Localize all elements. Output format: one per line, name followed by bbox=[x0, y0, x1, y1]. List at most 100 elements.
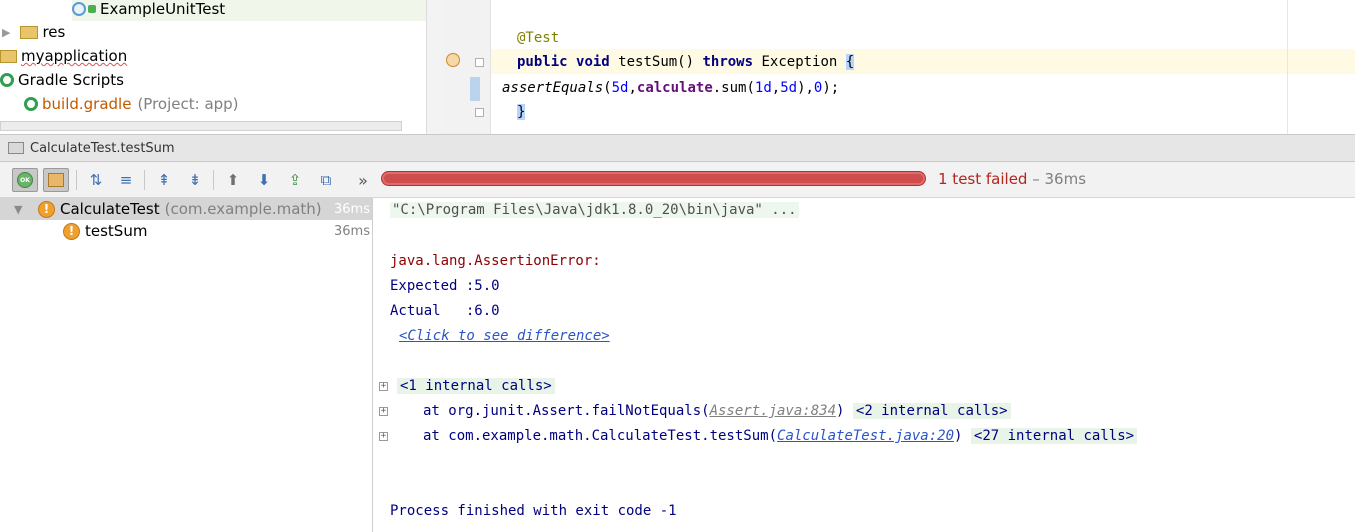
annotation-token: @Test bbox=[517, 30, 560, 46]
previous-failed-button[interactable]: ⬆ bbox=[220, 168, 246, 192]
project-tree-pane: ExampleUnitTest ▶ res myapplication Grad… bbox=[0, 0, 426, 134]
history-icon: ⧉ bbox=[320, 171, 332, 189]
expand-icon[interactable]: + bbox=[379, 432, 388, 441]
console-actual-line: Actual :6.0 bbox=[390, 303, 500, 319]
brace-token: { bbox=[845, 54, 855, 70]
change-marker bbox=[470, 77, 480, 101]
test-case-name: testSum bbox=[85, 222, 148, 240]
warning-icon: ! bbox=[38, 200, 55, 218]
fold-icon[interactable] bbox=[475, 108, 484, 117]
keyword-token: throws bbox=[702, 54, 754, 70]
tree-item-build-gradle[interactable]: build.gradle (Project: app) bbox=[24, 92, 239, 116]
export-icon: ⇪ bbox=[288, 171, 302, 189]
failed-count-text: 1 test failed bbox=[938, 170, 1028, 188]
show-ignored-button[interactable] bbox=[43, 168, 69, 192]
sort-az-icon: ⇅ bbox=[89, 171, 103, 189]
import-tests-button[interactable]: ⧉ bbox=[313, 168, 339, 192]
toolbar-separator bbox=[144, 170, 145, 190]
source-link[interactable]: Assert.java:834 bbox=[710, 403, 836, 419]
stack-trace-line: at com.example.math.CalculateTest.testSu… bbox=[423, 428, 1138, 444]
method-token: assertEquals bbox=[502, 80, 604, 96]
punct-token: ); bbox=[822, 80, 840, 96]
run-test-failed-icon[interactable] bbox=[446, 53, 460, 67]
tree-item-label: build.gradle bbox=[42, 95, 132, 113]
expand-arrow-icon[interactable]: ▶ bbox=[2, 26, 10, 39]
more-actions-button[interactable]: » bbox=[350, 168, 376, 192]
warning-icon: ! bbox=[63, 222, 80, 240]
punct-token: ), bbox=[797, 80, 814, 96]
module-folder-icon bbox=[0, 49, 17, 63]
pane-divider[interactable] bbox=[426, 0, 443, 134]
punct-token: ( bbox=[603, 80, 612, 96]
tree-item-myapplication[interactable]: myapplication bbox=[0, 44, 127, 68]
internal-calls-fold[interactable]: <27 internal calls> bbox=[970, 428, 1138, 444]
toolbar-separator bbox=[213, 170, 214, 190]
folder-icon bbox=[20, 25, 39, 39]
tree-item-label: res bbox=[42, 23, 66, 41]
expand-icon[interactable]: + bbox=[379, 382, 388, 391]
next-failed-button[interactable]: ⬇ bbox=[251, 168, 277, 192]
show-passed-button[interactable]: OK bbox=[12, 168, 38, 192]
run-tab-title[interactable]: CalculateTest.testSum bbox=[30, 141, 175, 156]
internal-calls-fold[interactable]: <2 internal calls> bbox=[852, 403, 1011, 419]
console-command-line[interactable]: "C:\Program Files\Java\jdk1.8.0_20\bin\j… bbox=[390, 202, 799, 218]
field-token: calculate bbox=[636, 80, 713, 96]
arrow-down-icon: ⬇ bbox=[257, 171, 271, 189]
keyword-token: public bbox=[517, 54, 568, 70]
gradle-icon bbox=[0, 73, 14, 87]
console-exit-line: Process finished with exit code -1 bbox=[390, 503, 677, 519]
method-token: .sum( bbox=[712, 80, 755, 96]
test-suite-duration: 36ms bbox=[334, 201, 370, 217]
internal-calls-fold[interactable]: <1 internal calls> bbox=[397, 378, 555, 394]
arrow-up-icon: ⬆ bbox=[226, 171, 240, 189]
keyword-token: void bbox=[576, 54, 610, 70]
code-line-close[interactable]: } bbox=[517, 104, 526, 120]
export-results-button[interactable]: ⇪ bbox=[282, 168, 308, 192]
test-case-duration: 36ms bbox=[334, 223, 370, 239]
lock-icon bbox=[88, 5, 96, 13]
code-line-annotation[interactable]: @Test bbox=[517, 30, 559, 46]
horizontal-scrollbar[interactable] bbox=[0, 121, 402, 131]
run-config-icon bbox=[8, 142, 24, 154]
punct-token: , bbox=[771, 80, 781, 96]
collapse-arrow-icon[interactable]: ▼ bbox=[14, 203, 28, 216]
chevron-double-right-icon: » bbox=[358, 170, 368, 190]
sort-by-duration-button[interactable]: ≡ bbox=[113, 168, 139, 192]
tree-item-exampleunittest[interactable]: ExampleUnitTest bbox=[72, 0, 426, 21]
code-line-signature[interactable]: public void testSum() throws Exception { bbox=[517, 54, 855, 70]
code-line-assert[interactable]: assertEquals(5d,calculate.sum(1d,5d),0); bbox=[502, 80, 839, 96]
method-token: testSum() bbox=[618, 54, 695, 70]
click-to-see-difference-link[interactable]: <Click to see difference> bbox=[399, 328, 610, 344]
test-progress-bar bbox=[381, 171, 926, 186]
brace-token: } bbox=[517, 104, 526, 120]
number-token: 5d bbox=[780, 80, 798, 96]
sort-alphabetically-button[interactable]: ⇅ bbox=[83, 168, 109, 192]
stack-trace-line: at org.junit.Assert.failNotEquals(Assert… bbox=[423, 403, 1011, 419]
number-token: 5d bbox=[611, 80, 629, 96]
test-class-icon bbox=[72, 2, 86, 16]
console-error-line: java.lang.AssertionError: bbox=[390, 253, 601, 269]
expand-all-button[interactable]: ⇞ bbox=[151, 168, 177, 192]
tree-item-gradle-scripts[interactable]: Gradle Scripts bbox=[0, 68, 124, 92]
expand-all-icon: ⇞ bbox=[157, 171, 171, 189]
editor-gutter[interactable] bbox=[442, 0, 491, 134]
test-case-row[interactable]: ! testSum 36ms bbox=[0, 220, 372, 242]
test-suite-row[interactable]: ▼ ! CalculateTest (com.example.math) 36m… bbox=[0, 198, 372, 220]
run-tool-window-header[interactable]: CalculateTest.testSum bbox=[0, 134, 1355, 162]
trace-text: ) bbox=[954, 428, 963, 444]
type-token: Exception bbox=[761, 54, 838, 70]
collapse-all-button[interactable]: ⇟ bbox=[182, 168, 208, 192]
duration-text: – 36ms bbox=[1027, 170, 1087, 188]
source-link[interactable]: CalculateTest.java:20 bbox=[777, 428, 954, 444]
console-output[interactable] bbox=[373, 198, 1355, 532]
console-expected-line: Expected :5.0 bbox=[390, 278, 500, 294]
trace-text: ) bbox=[836, 403, 845, 419]
ok-icon: OK bbox=[17, 172, 33, 188]
gradle-file-icon bbox=[24, 97, 38, 111]
right-margin-guide bbox=[1287, 0, 1288, 134]
expand-icon[interactable]: + bbox=[379, 407, 388, 416]
progress-fill bbox=[384, 174, 923, 183]
tree-item-res[interactable]: ▶ res bbox=[2, 20, 65, 44]
fold-icon[interactable] bbox=[475, 58, 484, 67]
tree-item-label: ExampleUnitTest bbox=[100, 0, 226, 18]
